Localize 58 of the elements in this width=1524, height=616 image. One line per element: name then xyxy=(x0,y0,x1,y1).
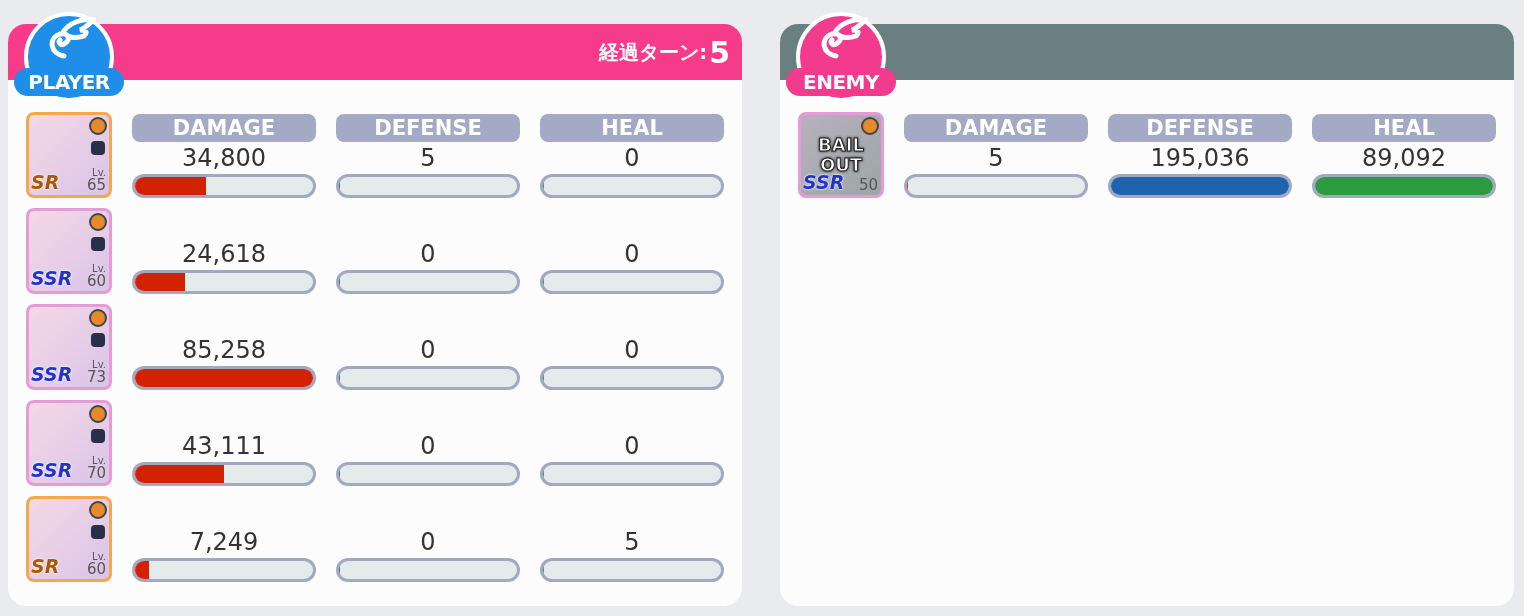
stat-value: 7,249 xyxy=(188,528,260,556)
level-value: 65 xyxy=(86,178,106,193)
column-header: DEFENSE xyxy=(1108,114,1292,142)
level-value: 50 xyxy=(858,178,878,193)
stat-value: 0 xyxy=(623,336,641,364)
type-icon xyxy=(91,525,105,539)
attribute-icon xyxy=(89,213,107,231)
level-label: Lv. xyxy=(92,552,106,562)
level-label: Lv. xyxy=(92,264,106,274)
column-header: HEAL xyxy=(1312,114,1496,142)
stat-value: 0 xyxy=(623,432,641,460)
column-header: HEAL xyxy=(540,114,724,142)
turn-label: 経過ターン: xyxy=(599,38,708,66)
stat-value: 34,800 xyxy=(181,144,267,172)
side-label: ENEMY xyxy=(786,68,896,96)
rarity-label: SSR xyxy=(31,267,73,289)
stat-value: 5 xyxy=(623,528,641,556)
level-value: 73 xyxy=(86,370,106,385)
level-value: 70 xyxy=(86,466,106,481)
stat-value: 0 xyxy=(419,432,437,460)
rarity-label: SR xyxy=(31,555,60,577)
level-value: 60 xyxy=(86,562,106,577)
attribute-icon xyxy=(89,405,107,423)
level-label: Lv. xyxy=(92,456,106,466)
stat-value: 24,618 xyxy=(181,240,267,268)
turn-count: 5 xyxy=(709,34,730,70)
stat-value: 0 xyxy=(623,144,641,172)
rarity-label: SSR xyxy=(31,459,73,481)
side-label: PLAYER xyxy=(14,68,124,96)
type-icon xyxy=(91,237,105,251)
rarity-label: SR xyxy=(31,171,60,193)
stat-value: 5 xyxy=(419,144,437,172)
attribute-icon xyxy=(861,117,879,135)
stat-value: 0 xyxy=(419,528,437,556)
stat-value: 89,092 xyxy=(1361,144,1447,172)
level-label: Lv. xyxy=(92,360,106,370)
attribute-icon xyxy=(89,501,107,519)
level-value: 60 xyxy=(86,274,106,289)
level-label: Lv. xyxy=(92,168,106,178)
stat-value: 5 xyxy=(987,144,1005,172)
attribute-icon xyxy=(89,309,107,327)
stat-value: 195,036 xyxy=(1149,144,1251,172)
character-portrait[interactable]: SR Lv. 65 xyxy=(26,112,112,198)
rarity-label: SSR xyxy=(31,363,73,385)
stat-value: 43,111 xyxy=(181,432,267,460)
column-header: DAMAGE xyxy=(132,114,316,142)
column-header: DEFENSE xyxy=(336,114,520,142)
character-portrait[interactable]: SSR 50 BAIL OUT xyxy=(798,112,884,198)
column-header: DAMAGE xyxy=(904,114,1088,142)
type-icon xyxy=(91,141,105,155)
attribute-icon xyxy=(89,117,107,135)
stat-value: 85,258 xyxy=(181,336,267,364)
type-icon xyxy=(91,333,105,347)
type-icon xyxy=(91,429,105,443)
character-portrait[interactable]: SR Lv. 60 xyxy=(26,496,112,582)
stat-value: 0 xyxy=(623,240,641,268)
stat-value: 0 xyxy=(419,240,437,268)
stat-value: 0 xyxy=(419,336,437,364)
